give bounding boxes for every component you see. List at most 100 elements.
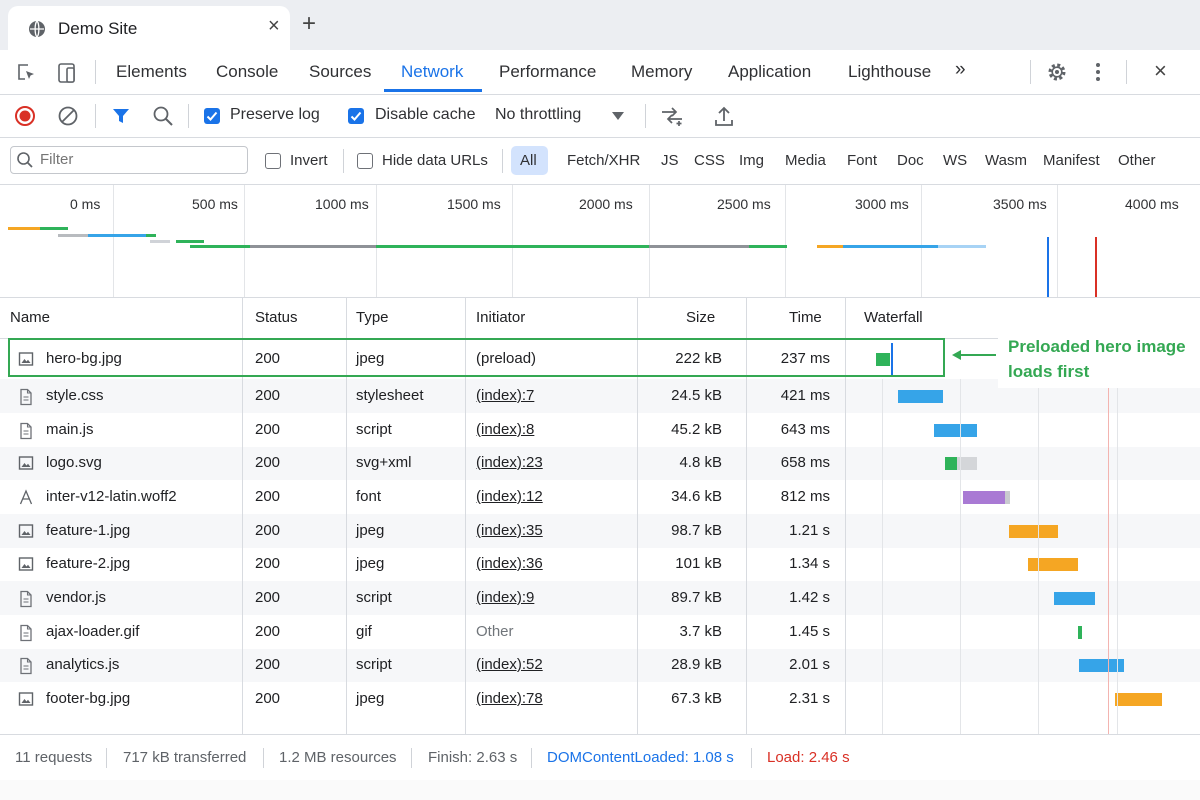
search-icon[interactable] bbox=[152, 105, 174, 127]
request-status: 200 bbox=[255, 522, 281, 539]
hide-data-urls-label: Hide data URLs bbox=[382, 152, 488, 169]
waterfall-bar bbox=[1078, 626, 1082, 639]
request-size: 89.7 kB bbox=[671, 589, 722, 606]
column-header-type[interactable]: Type bbox=[356, 309, 389, 326]
waterfall-bar bbox=[1005, 491, 1010, 504]
waterfall-bar bbox=[1009, 525, 1058, 538]
request-initiator[interactable]: (index):7 bbox=[476, 387, 534, 404]
close-tab-icon[interactable]: × bbox=[268, 15, 280, 38]
filter-funnel-icon[interactable] bbox=[110, 105, 132, 127]
request-initiator: Other bbox=[476, 623, 514, 640]
request-status: 200 bbox=[255, 488, 281, 505]
table-row[interactable]: analytics.js 200 script (index):52 28.9 kB 2.… bbox=[0, 648, 1200, 682]
filter-chip-css[interactable]: CSS bbox=[694, 152, 725, 169]
filter-chip-doc[interactable]: Doc bbox=[897, 152, 924, 169]
filter-chip-all[interactable]: All bbox=[511, 146, 548, 175]
request-initiator[interactable]: (index):78 bbox=[476, 690, 543, 707]
throttling-select[interactable]: No throttling bbox=[490, 99, 638, 133]
disable-cache-checkbox[interactable] bbox=[348, 108, 364, 124]
waterfall-bar bbox=[1115, 693, 1162, 706]
request-type: script bbox=[356, 589, 392, 606]
tab-application[interactable]: Application bbox=[728, 62, 811, 82]
globe-icon bbox=[29, 20, 45, 38]
inspect-element-icon[interactable] bbox=[15, 62, 37, 84]
column-header-time[interactable]: Time bbox=[789, 309, 822, 326]
filter-chip-wasm[interactable]: Wasm bbox=[985, 152, 1027, 169]
network-conditions-icon[interactable] bbox=[660, 104, 684, 128]
kebab-menu-icon[interactable] bbox=[1091, 61, 1105, 83]
table-row[interactable]: ajax-loader.gif 200 gif Other 3.7 kB 1.45 s bbox=[0, 615, 1200, 649]
request-name: inter-v12-latin.woff2 bbox=[46, 488, 177, 505]
request-initiator[interactable]: (index):8 bbox=[476, 421, 534, 438]
column-header-status[interactable]: Status bbox=[255, 309, 298, 326]
request-name: footer-bg.jpg bbox=[46, 690, 131, 707]
request-initiator[interactable]: (index):36 bbox=[476, 555, 543, 572]
table-row[interactable]: feature-2.jpg 200 jpeg (index):36 101 kB 1.34… bbox=[0, 547, 1200, 581]
filter-placeholder: Filter bbox=[40, 151, 74, 168]
request-time: 643 ms bbox=[780, 421, 830, 438]
request-initiator[interactable]: (index):9 bbox=[476, 589, 534, 606]
tab-console[interactable]: Console bbox=[216, 62, 278, 82]
request-type: font bbox=[356, 488, 382, 505]
column-header-initiator[interactable]: Initiator bbox=[476, 309, 525, 326]
gear-icon[interactable] bbox=[1046, 61, 1068, 83]
table-row[interactable]: main.js 200 script (index):8 45.2 kB 643 ms bbox=[0, 413, 1200, 447]
request-initiator[interactable]: (index):12 bbox=[476, 488, 543, 505]
invert-checkbox[interactable] bbox=[265, 153, 281, 169]
filter-chip-font[interactable]: Font bbox=[847, 152, 877, 169]
dropdown-arrow-icon bbox=[612, 112, 624, 120]
active-tab-indicator bbox=[384, 89, 482, 92]
annotation-arrow-icon bbox=[952, 350, 996, 360]
request-initiator[interactable]: (index):35 bbox=[476, 522, 543, 539]
table-row[interactable]: vendor.js 200 script (index):9 89.7 kB 1.42 s bbox=[0, 581, 1200, 615]
more-tabs-icon[interactable]: » bbox=[955, 59, 966, 81]
filter-chip-img[interactable]: Img bbox=[739, 152, 764, 169]
table-row[interactable]: footer-bg.jpg 200 jpeg (index):78 67.3 kB 2.3… bbox=[0, 682, 1200, 716]
document-file-icon bbox=[18, 422, 34, 445]
tab-network[interactable]: Network bbox=[401, 62, 463, 82]
overview-tick: 500 ms bbox=[192, 196, 238, 212]
request-type: gif bbox=[356, 623, 372, 640]
preserve-log-checkbox[interactable] bbox=[204, 108, 220, 124]
clear-icon[interactable] bbox=[57, 105, 79, 127]
filter-chip-js[interactable]: JS bbox=[661, 152, 679, 169]
column-header-waterfall[interactable]: Waterfall bbox=[864, 309, 923, 326]
request-status: 200 bbox=[255, 656, 281, 673]
overview-tick: 4000 ms bbox=[1125, 196, 1179, 212]
network-overview[interactable]: 0 ms 500 ms 1000 ms 1500 ms 2000 ms 2500… bbox=[0, 185, 1200, 298]
filter-chip-ws[interactable]: WS bbox=[943, 152, 967, 169]
export-har-icon[interactable] bbox=[713, 104, 735, 128]
tab-sources[interactable]: Sources bbox=[309, 62, 371, 82]
tab-elements[interactable]: Elements bbox=[116, 62, 187, 82]
request-initiator[interactable]: (index):23 bbox=[476, 454, 543, 471]
browser-tab[interactable]: Demo Site × bbox=[8, 6, 290, 50]
request-type: script bbox=[356, 421, 392, 438]
tab-memory[interactable]: Memory bbox=[631, 62, 692, 82]
filter-chip-fetch-xhr[interactable]: Fetch/XHR bbox=[567, 152, 640, 169]
new-tab-icon[interactable]: + bbox=[302, 10, 316, 38]
request-type: stylesheet bbox=[356, 387, 424, 404]
filter-input[interactable]: Filter bbox=[10, 146, 248, 174]
column-header-size[interactable]: Size bbox=[686, 309, 715, 326]
request-time: 2.31 s bbox=[789, 690, 830, 707]
hide-data-urls-checkbox[interactable] bbox=[357, 153, 373, 169]
request-initiator[interactable]: (index):52 bbox=[476, 656, 543, 673]
table-row[interactable]: inter-v12-latin.woff2 200 font (index):12 34… bbox=[0, 480, 1200, 514]
filter-chip-other[interactable]: Other bbox=[1118, 152, 1156, 169]
table-row[interactable]: feature-1.jpg 200 jpeg (index):35 98.7 kB 1.2… bbox=[0, 514, 1200, 548]
tab-lighthouse[interactable]: Lighthouse bbox=[848, 62, 931, 82]
device-toolbar-icon[interactable] bbox=[56, 62, 78, 84]
table-row[interactable]: logo.svg 200 svg+xml (index):23 4.8 kB 658 ms bbox=[0, 446, 1200, 480]
image-file-icon bbox=[18, 691, 34, 712]
load-marker bbox=[1095, 237, 1097, 297]
overview-tick: 2500 ms bbox=[717, 196, 771, 212]
filter-chip-manifest[interactable]: Manifest bbox=[1043, 152, 1100, 169]
request-name: main.js bbox=[46, 421, 94, 438]
image-file-icon bbox=[18, 455, 34, 476]
tab-performance[interactable]: Performance bbox=[499, 62, 596, 82]
preserve-log-label: Preserve log bbox=[230, 106, 320, 123]
column-header-name[interactable]: Name bbox=[10, 309, 50, 326]
filter-chip-media[interactable]: Media bbox=[785, 152, 826, 169]
record-icon[interactable] bbox=[14, 105, 36, 127]
close-devtools-icon[interactable]: × bbox=[1154, 58, 1167, 84]
